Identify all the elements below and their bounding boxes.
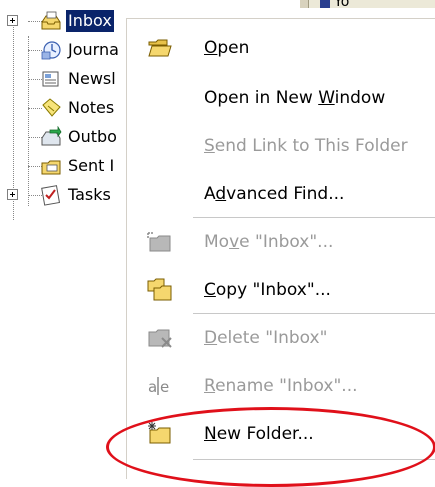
menu-item-new-folder[interactable]: New Folder... xyxy=(127,412,435,456)
tree-item-label: Outbo xyxy=(68,127,117,146)
svg-text:a: a xyxy=(148,378,157,396)
right-pane-header-text: Yo xyxy=(334,0,350,10)
menu-item-label: Advanced Find... xyxy=(204,184,345,204)
menu-separator xyxy=(193,313,435,314)
sent-items-icon xyxy=(41,160,61,175)
tree-item-label: Notes xyxy=(68,98,115,117)
menu-item-copy[interactable]: Copy "Inbox"... xyxy=(127,268,435,312)
menu-item-label: Copy "Inbox"... xyxy=(204,280,331,300)
menu-item-label: Delete "Inbox" xyxy=(204,328,328,348)
folder-context-menu: Open Open in New Window Send Link to Thi… xyxy=(126,18,435,479)
menu-item-label: Open in New Window xyxy=(204,88,386,108)
svg-text:e: e xyxy=(160,378,169,396)
menu-item-advanced-find[interactable]: Advanced Find... xyxy=(127,172,435,216)
tree-item-label: Journa xyxy=(68,40,119,59)
menu-item-label: Send Link to This Folder xyxy=(204,136,408,156)
inbox-icon xyxy=(41,11,61,30)
journal-icon xyxy=(41,41,61,60)
tree-item-sent-items[interactable]: Sent I xyxy=(0,152,140,180)
move-folder-icon xyxy=(147,232,171,252)
menu-separator xyxy=(193,459,435,460)
tree-item-outbox[interactable]: Outbo xyxy=(0,123,140,151)
outbox-icon xyxy=(41,126,62,146)
notes-icon xyxy=(42,98,61,117)
expand-icon[interactable] xyxy=(7,15,18,26)
folder-tree: Inbox Journa Newsl Notes Outbo Sent I Ta… xyxy=(0,0,140,466)
right-pane-header: Yo xyxy=(300,0,435,10)
menu-item-move: Move "Inbox"... xyxy=(127,220,435,264)
tree-item-label: Tasks xyxy=(68,185,111,204)
menu-item-label: New Folder... xyxy=(204,424,314,444)
expand-icon[interactable] xyxy=(7,189,18,200)
rename-icon: a e xyxy=(148,377,169,396)
copy-folder-icon xyxy=(147,278,172,301)
newsletter-icon xyxy=(42,71,59,87)
tree-item-label: Sent I xyxy=(68,156,115,175)
menu-item-label: Open xyxy=(204,38,250,58)
menu-item-delete: Delete "Inbox" xyxy=(127,316,435,360)
tree-item-newsletter[interactable]: Newsl xyxy=(0,65,140,93)
pane-flag-icon xyxy=(320,0,330,8)
menu-item-send-link: Send Link to This Folder xyxy=(127,124,435,168)
menu-item-open[interactable]: Open xyxy=(127,26,435,70)
tasks-icon xyxy=(41,185,61,206)
tree-item-notes[interactable]: Notes xyxy=(0,94,140,122)
menu-item-label: Move "Inbox"... xyxy=(204,232,334,252)
tree-item-label: Inbox xyxy=(66,10,114,32)
open-folder-icon xyxy=(148,39,172,57)
pane-tab-icon xyxy=(300,0,309,8)
new-folder-icon xyxy=(148,422,171,444)
tree-item-journal[interactable]: Journa xyxy=(0,36,140,64)
tree-item-inbox[interactable]: Inbox xyxy=(0,7,140,35)
menu-item-rename: a e Rename "Inbox"... xyxy=(127,364,435,408)
delete-folder-icon xyxy=(148,329,172,348)
tree-item-tasks[interactable]: Tasks xyxy=(0,181,140,209)
menu-item-label: Rename "Inbox"... xyxy=(204,376,358,396)
menu-item-open-in-new-window[interactable]: Open in New Window xyxy=(127,76,435,120)
menu-separator xyxy=(193,217,435,218)
tree-item-label: Newsl xyxy=(68,69,116,88)
